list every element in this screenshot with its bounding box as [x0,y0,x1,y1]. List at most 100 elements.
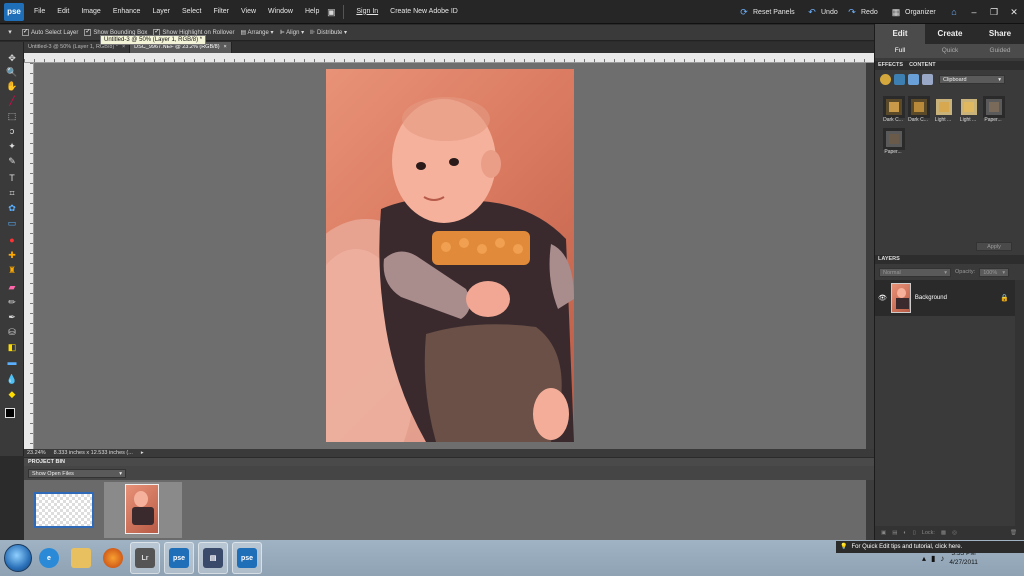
effect-light-clipboard-1[interactable] [933,96,955,118]
tab-effects[interactable]: EFFECTS [878,61,903,70]
menu-select[interactable]: Select [176,0,207,24]
apply-button[interactable]: Apply [976,242,1012,251]
smart-brush-tool-icon[interactable]: ⛁ [5,326,19,338]
taskbar-ie[interactable]: e [34,542,64,574]
trash-icon[interactable]: 🗑 [1010,530,1017,536]
align-dropdown[interactable]: ⊫ Align ▾ [280,29,305,36]
red-eye-tool-icon[interactable]: ● [5,234,19,246]
straighten-tool-icon[interactable]: ▭ [5,217,19,229]
brush-tool-icon[interactable]: ✒ [5,311,19,323]
menu-window[interactable]: Window [262,0,299,24]
minimize-icon[interactable]: – [968,6,980,18]
document-photo[interactable] [326,69,574,442]
taskbar-pse-organizer[interactable]: pse [232,542,262,574]
crop-tool-icon[interactable]: ⌗ [5,187,19,199]
zoom-tool-icon[interactable]: 🔍 [5,66,19,78]
tab-guided[interactable]: Guided [975,44,1024,58]
menu-enhance[interactable]: Enhance [107,0,147,24]
marquee-tool-icon[interactable]: ⬚ [5,110,19,122]
tab-quick[interactable]: Quick [925,44,975,58]
blend-mode-dropdown[interactable]: Normal ▾ [879,267,951,277]
photo-effects-icon[interactable] [908,73,919,85]
tab-share[interactable]: Share [975,24,1024,44]
healing-brush-tool-icon[interactable]: ✚ [5,249,19,261]
taskbar-explorer[interactable] [66,542,96,574]
taskbar-firefox[interactable] [98,542,128,574]
workspace-icon[interactable]: ▣ [325,6,337,18]
reset-panels-button[interactable]: ⟳ Reset Panels [738,0,794,24]
pencil-tool-icon[interactable]: ✏ [5,296,19,308]
mask-icon[interactable]: ▯ [913,530,916,536]
volume-icon[interactable]: ♪ [940,554,944,563]
show-files-dropdown[interactable]: Show Open Files ▾ [28,468,126,478]
zoom-level[interactable]: 23.24% [27,450,46,456]
taskbar-video[interactable]: ▤ [198,542,228,574]
layer-row-background[interactable]: 👁 Background 🔒 [875,280,1015,316]
menu-help[interactable]: Help [299,0,325,24]
menu-layer[interactable]: Layer [146,0,176,24]
vertical-scrollbar[interactable] [866,63,874,449]
taskbar-pse-editor[interactable]: pse [164,542,194,574]
effect-dark-clipboard-1[interactable] [883,96,905,118]
cookie-cutter-tool-icon[interactable]: ✿ [5,202,19,214]
close-icon[interactable]: × [224,42,227,53]
project-bin-scrollbar[interactable] [866,480,874,540]
restore-icon[interactable]: ❐ [988,6,1000,18]
effect-paper-clipboard-2[interactable] [883,128,905,150]
undo-button[interactable]: ↶ Undo [806,0,838,24]
organizer-button[interactable]: ▦ Organizer [890,0,936,24]
lock-all-icon[interactable]: ◎ [952,530,957,536]
tab-edit[interactable]: Edit [875,24,925,44]
filters-icon[interactable] [880,73,891,85]
eye-icon[interactable]: 👁 [878,294,887,302]
move-tool-icon[interactable]: ✥ [5,52,19,64]
distribute-dropdown[interactable]: ⊪ Distribute ▾ [310,29,347,36]
opacity-field[interactable]: 100% ▾ [979,267,1010,277]
tray-arrow-icon[interactable]: ▴ [922,554,926,563]
menu-edit[interactable]: Edit [51,0,75,24]
menu-file[interactable]: File [28,0,51,24]
new-layer-icon[interactable]: ▣ [881,530,886,536]
home-button[interactable]: ⌂ [948,0,960,24]
effect-paper-clipboard-1[interactable] [983,96,1005,118]
network-icon[interactable]: ▮ [931,554,935,563]
status-arrow-icon[interactable]: ▸ [141,450,144,456]
blur-tool-icon[interactable]: 💧 [5,373,19,385]
effects-category-dropdown[interactable]: Clipboard ▾ [939,74,1005,84]
eyedropper-tool-icon[interactable]: ╱ [5,95,19,107]
layer-styles-icon[interactable] [894,73,905,85]
sign-in-link[interactable]: Sign In [350,0,384,24]
thumbnail-untitled-3[interactable] [32,482,94,538]
gradient-tool-icon[interactable]: ▬ [5,356,19,368]
tab-create[interactable]: Create [925,24,975,44]
effect-light-clipboard-2[interactable] [958,96,980,118]
all-effects-icon[interactable] [922,73,933,85]
quick-tip-bar[interactable]: 💡 For Quick Edit tips and tutorial, clic… [836,541,1024,553]
close-icon[interactable]: ✕ [1008,6,1020,18]
lasso-tool-icon[interactable]: ↄ [5,125,19,137]
menu-image[interactable]: Image [75,0,106,24]
start-button[interactable] [4,544,32,572]
magic-wand-tool-icon[interactable]: ✦ [5,140,19,152]
taskbar-lightroom[interactable]: Lr [130,542,160,574]
menu-filter[interactable]: Filter [207,0,235,24]
lock-pixels-icon[interactable]: ▩ [941,530,946,536]
layers-scrollbar[interactable] [1015,280,1024,526]
adjustment-layer-icon[interactable]: ◐ [903,530,906,536]
redo-button[interactable]: ↷ Redo [846,0,878,24]
tab-full[interactable]: Full [875,44,925,58]
thumbnail-dsc-9967[interactable] [104,482,182,538]
create-id-link[interactable]: Create New Adobe ID [384,0,464,24]
hand-tool-icon[interactable]: ✋ [5,80,19,92]
eraser-tool-icon[interactable]: ▰ [5,281,19,293]
menu-view[interactable]: View [235,0,262,24]
paint-bucket-tool-icon[interactable]: ◧ [5,341,19,353]
tab-content[interactable]: CONTENT [909,61,936,70]
sponge-tool-icon[interactable]: ◆ [5,388,19,400]
foreground-color-swatch[interactable] [5,408,15,418]
new-group-icon[interactable]: ▤ [892,530,897,536]
clone-stamp-tool-icon[interactable]: ♜ [5,264,19,276]
auto-select-checkbox[interactable]: ✓ Auto Select Layer [22,29,78,36]
arrange-dropdown[interactable]: ▤ Arrange ▾ [240,29,273,36]
quick-selection-tool-icon[interactable]: ✎ [5,155,19,167]
